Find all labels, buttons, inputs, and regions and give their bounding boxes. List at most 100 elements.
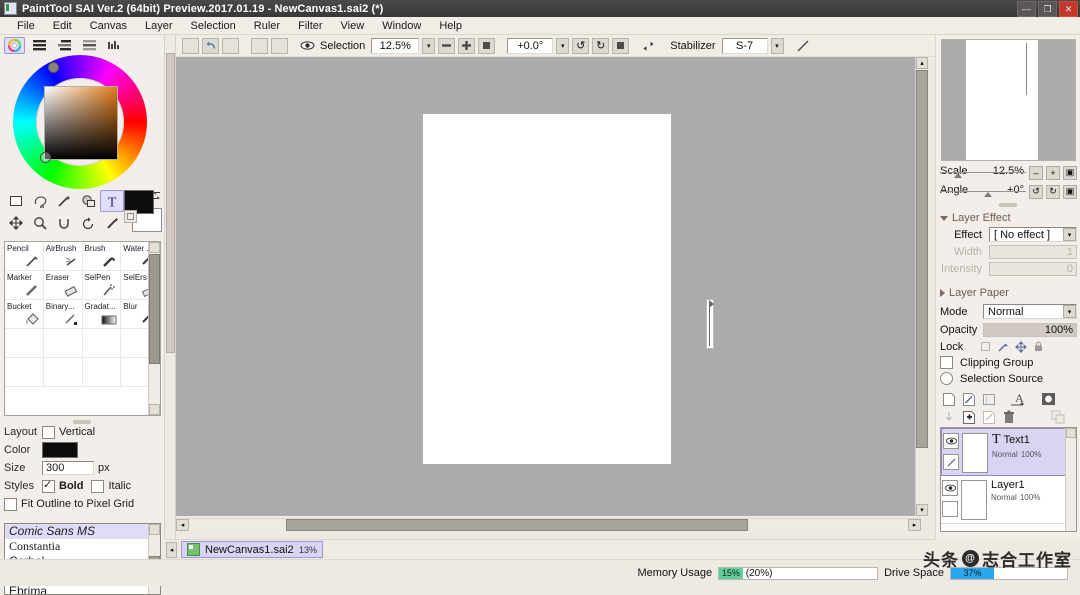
rotate-cw-button[interactable]: ↻	[592, 38, 609, 54]
lock-pixel-icon[interactable]	[997, 341, 1009, 353]
brush-empty-2[interactable]	[44, 329, 83, 358]
brush-scroll-up-button[interactable]	[149, 242, 160, 253]
swap-colors-icon[interactable]	[151, 190, 162, 201]
color-mixer-tab[interactable]	[79, 37, 100, 54]
brush-empty-5[interactable]	[5, 358, 44, 387]
layer-row-text1[interactable]: T Text1 Normal 100%	[941, 428, 1076, 476]
canvas-horizontal-scroll-thumb[interactable]	[286, 519, 748, 531]
clipping-group-checkbox[interactable]	[940, 356, 953, 369]
zoom-in-button[interactable]	[458, 38, 475, 54]
layer-linework-icon[interactable]	[943, 454, 959, 470]
scale-plus-button[interactable]: +	[1046, 166, 1060, 180]
brush-pencil[interactable]: Pencil	[5, 242, 44, 271]
brush-bucket[interactable]: Bucket	[5, 300, 44, 329]
reset-navigation-tool-icon[interactable]	[76, 212, 100, 234]
tab-scroll-left-button[interactable]: ◂	[166, 542, 177, 558]
stabilizer-value-field[interactable]: S-7	[722, 38, 768, 54]
angle-value-field[interactable]: +0.0°	[507, 38, 553, 54]
lock-alpha-icon[interactable]	[980, 341, 991, 352]
redo-button[interactable]	[222, 38, 239, 54]
edit-layer-icon[interactable]	[980, 409, 997, 425]
saturation-value-square[interactable]	[44, 86, 118, 160]
layer-linework-icon[interactable]	[942, 501, 958, 517]
select-object-tool-icon[interactable]	[76, 190, 100, 212]
layer-row-layer1[interactable]: Layer1 Normal 100%	[941, 476, 1076, 524]
color-wheel-tab[interactable]	[4, 37, 25, 54]
zoom-dropdown-icon[interactable]: ▾	[422, 38, 435, 54]
merge-down-icon[interactable]	[940, 409, 957, 425]
line-tool-icon[interactable]	[796, 39, 810, 53]
toolbar-grip-button[interactable]	[182, 38, 199, 54]
canvas-vertical-scrollbar[interactable]: ▴ ▾	[915, 57, 927, 516]
canvas-scroll-right-button[interactable]: ▸	[908, 519, 921, 531]
add-text-layer-icon[interactable]: A	[1008, 391, 1025, 407]
canvas-paper[interactable]	[423, 114, 671, 464]
canvas-scroll-up-button[interactable]: ▴	[916, 57, 928, 69]
effect-combo[interactable]: [ No effect ] ▾	[989, 227, 1077, 242]
angle-knob[interactable]	[984, 192, 992, 197]
move-tool-icon[interactable]	[4, 212, 28, 234]
zoom-out-button[interactable]	[438, 38, 455, 54]
color-wheel-panel[interactable]	[0, 53, 165, 208]
swatches-tab[interactable]	[104, 37, 125, 54]
layer-paper-header[interactable]: Layer Paper	[936, 285, 1080, 301]
hue-handle[interactable]	[48, 62, 59, 73]
brush-empty-6[interactable]	[44, 358, 83, 387]
navigator-preview[interactable]	[941, 39, 1076, 161]
canvas-horizontal-scrollbar[interactable]: ◂ ▸	[176, 518, 921, 531]
rect-select-tool-icon[interactable]	[4, 190, 28, 212]
menu-window[interactable]: Window	[373, 18, 430, 34]
brush-brush[interactable]: Brush	[83, 242, 122, 271]
zoom-tool-icon[interactable]	[28, 212, 52, 234]
italic-checkbox[interactable]	[91, 480, 104, 493]
eyedropper-tool-icon[interactable]	[100, 212, 124, 234]
rotate-ccw-button[interactable]: ↺	[572, 38, 589, 54]
brush-empty-7[interactable]	[83, 358, 122, 387]
lock-move-icon[interactable]	[1015, 341, 1027, 353]
text-color-chip[interactable]	[42, 442, 78, 458]
mode-combo[interactable]: Normal ▾	[983, 304, 1077, 319]
menu-ruler[interactable]: Ruler	[245, 18, 289, 34]
menu-canvas[interactable]: Canvas	[81, 18, 136, 34]
rotate-tool-icon[interactable]	[52, 212, 76, 234]
transparent-color-icon[interactable]	[124, 210, 137, 223]
zoom-value-field[interactable]: 12.5%	[371, 38, 419, 54]
flip-horizontal-icon[interactable]	[641, 40, 656, 52]
angle-slider[interactable]: Angle +0°	[940, 185, 1026, 198]
angle-dropdown-icon[interactable]: ▾	[556, 38, 569, 54]
magic-wand-tool-icon[interactable]	[52, 190, 76, 212]
lasso-select-tool-icon[interactable]	[28, 190, 52, 212]
add-layer-icon[interactable]	[960, 409, 977, 425]
brush-gradation[interactable]: Gradat...	[83, 300, 122, 329]
angle-reset-mini-button[interactable]: ▣	[1063, 185, 1077, 199]
brush-binarypen[interactable]: Binary...	[44, 300, 83, 329]
rotate-ccw-mini-button[interactable]: ↺	[1029, 185, 1043, 199]
brush-selpen[interactable]: SelPen	[83, 271, 122, 300]
brush-airbrush[interactable]: AirBrush	[44, 242, 83, 271]
vertical-checkbox[interactable]	[42, 426, 55, 439]
menu-edit[interactable]: Edit	[44, 18, 81, 34]
menu-view[interactable]: View	[332, 18, 374, 34]
bold-checkbox[interactable]	[42, 480, 55, 493]
restore-button[interactable]: ❐	[1038, 1, 1057, 17]
canvas-scroll-left-button[interactable]: ◂	[176, 519, 189, 531]
brush-scroll-down-button[interactable]	[149, 404, 160, 415]
new-folder-icon[interactable]	[980, 391, 997, 407]
brush-empty-3[interactable]	[83, 329, 122, 358]
brush-empty-1[interactable]	[5, 329, 44, 358]
mode-dropdown-icon[interactable]: ▾	[1063, 305, 1076, 318]
layer-effect-expand-icon[interactable]	[940, 216, 948, 221]
layer-scroll-up-button[interactable]	[1066, 428, 1076, 438]
menu-filter[interactable]: Filter	[289, 18, 331, 34]
font-scroll-up-button[interactable]	[149, 524, 160, 535]
stabilizer-dropdown-icon[interactable]: ▾	[771, 38, 784, 54]
layer-visibility-icon[interactable]	[942, 480, 958, 496]
brush-eraser[interactable]: Eraser	[44, 271, 83, 300]
duplicate-layer-icon[interactable]	[1050, 409, 1067, 425]
minimize-button[interactable]: —	[1017, 1, 1036, 17]
canvas-option-button-2[interactable]	[271, 38, 288, 54]
menu-layer[interactable]: Layer	[136, 18, 182, 34]
new-layer-icon[interactable]	[940, 391, 957, 407]
scale-reset-button[interactable]: ▣	[1063, 166, 1077, 180]
navigator-resize-grip[interactable]	[999, 203, 1017, 207]
